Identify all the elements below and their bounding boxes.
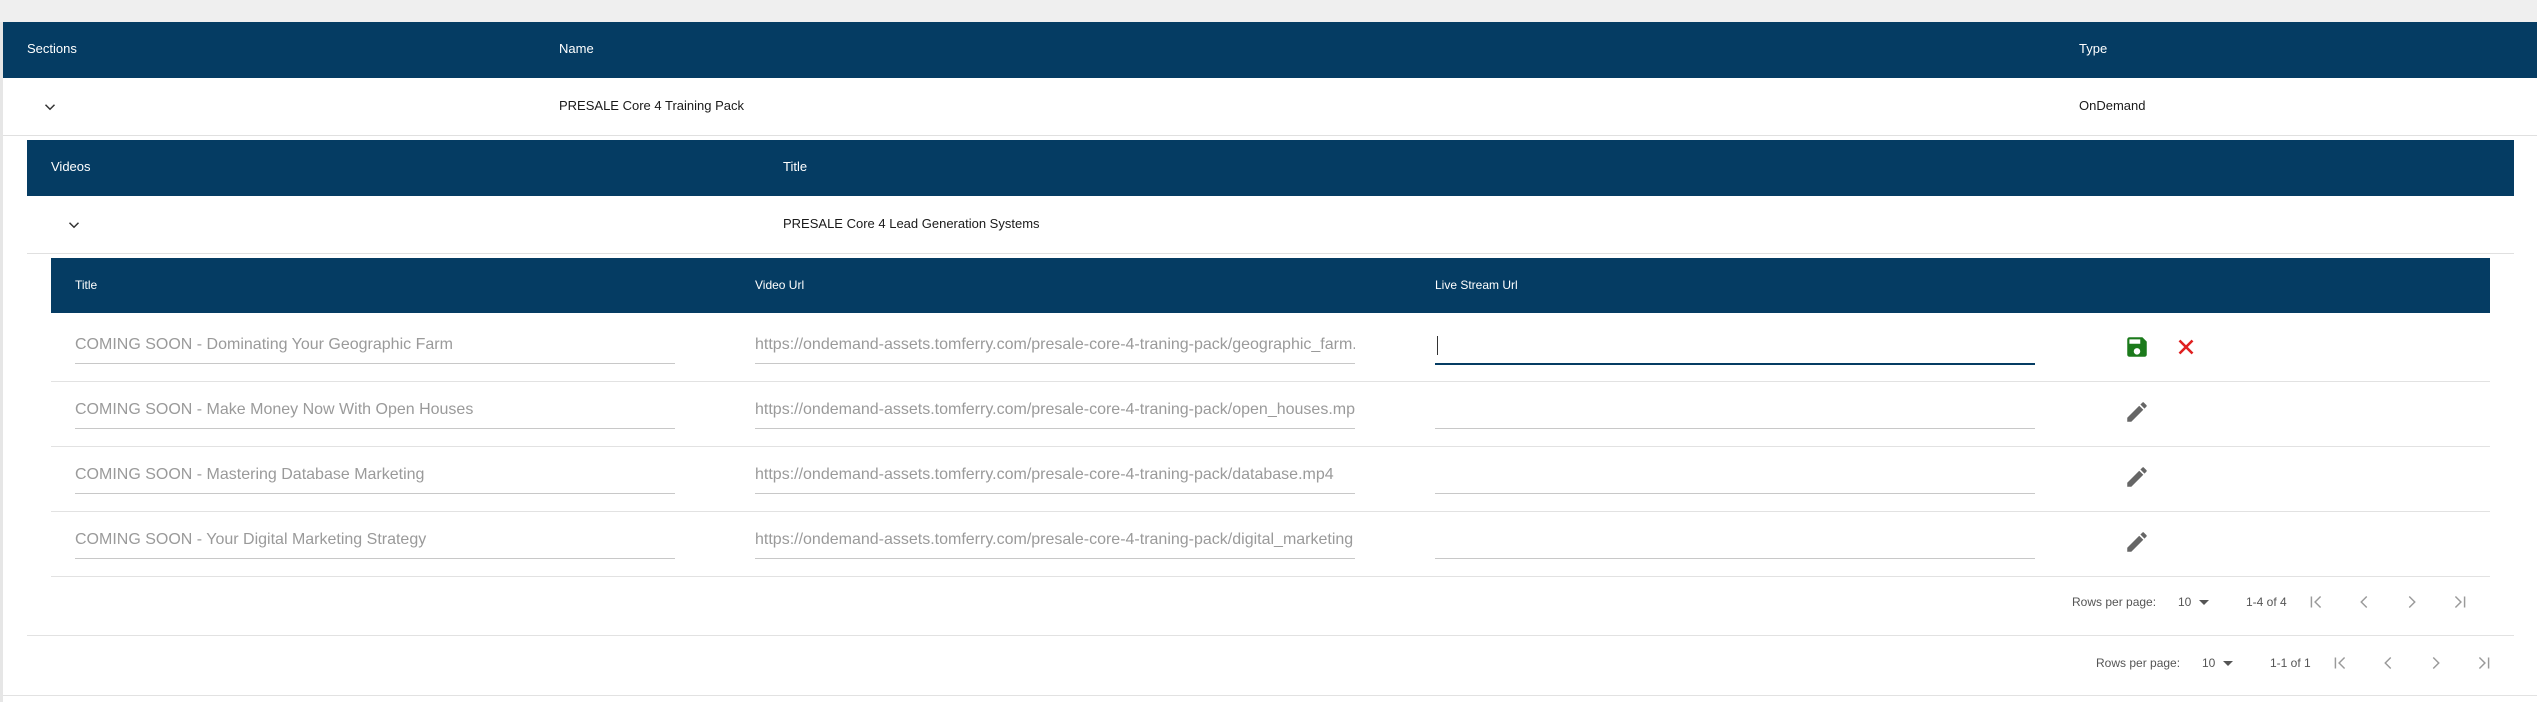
title-field[interactable]: COMING SOON - Dominating Your Geographic… [75,327,675,364]
live-stream-url-field[interactable] [1435,457,2035,494]
video-url-field[interactable]: https://ondemand-assets.tomferry.com/pre… [755,457,1355,494]
header-lesson-title: Title [75,278,98,292]
close-icon[interactable] [2173,334,2199,360]
lessons-pagination: Rows per page: 10 1-4 of 4 [2060,587,2490,617]
pencil-icon[interactable] [2124,529,2150,555]
chevron-left-icon[interactable] [2377,652,2399,674]
video-url-field[interactable]: https://ondemand-assets.tomferry.com/pre… [755,327,1355,364]
chevron-down-icon[interactable] [65,216,83,234]
header-type: Type [2079,41,2108,56]
page-range: 1-4 of 4 [2246,595,2287,609]
table-row: COMING SOON - Make Money Now With Open H… [51,382,2490,447]
sections-table-header: Sections Name Type [3,22,2537,78]
section-name: PRESALE Core 4 Training Pack [559,98,744,113]
table-row: COMING SOON - Dominating Your Geographic… [51,317,2490,382]
chevron-down-icon [2223,661,2234,667]
rows-per-page-select[interactable]: 10 [2202,656,2234,670]
video-url-field[interactable]: https://ondemand-assets.tomferry.com/pre… [755,392,1355,429]
live-stream-url-field[interactable] [1435,392,2035,429]
last-page-icon[interactable] [2449,591,2471,613]
chevron-down-icon [2199,600,2210,606]
title-field[interactable]: COMING SOON - Make Money Now With Open H… [75,392,675,429]
section-type: OnDemand [2079,98,2146,113]
first-page-icon[interactable] [2305,591,2327,613]
header-name: Name [559,41,594,56]
chevron-right-icon[interactable] [2425,652,2447,674]
header-sections: Sections [27,41,77,56]
title-field[interactable]: COMING SOON - Your Digital Marketing Str… [75,522,675,559]
video-title: PRESALE Core 4 Lead Generation Systems [783,216,1040,231]
chevron-right-icon[interactable] [2401,591,2423,613]
rows-per-page-label: Rows per page: [2096,656,2181,670]
header-live-stream-url: Live Stream Url [1435,278,1518,292]
title-field[interactable]: COMING SOON - Mastering Database Marketi… [75,457,675,494]
last-page-icon[interactable] [2473,652,2495,674]
text-caret [1437,336,1438,355]
rows-per-page-label: Rows per page: [2072,595,2157,609]
table-row: COMING SOON - Your Digital Marketing Str… [51,512,2490,577]
pencil-icon[interactable] [2124,464,2150,490]
rows-per-page-select[interactable]: 10 [2178,595,2210,609]
videos-table-header: Videos Title [27,140,2514,196]
live-stream-url-field[interactable] [1435,327,2035,365]
header-video-title: Title [783,159,808,174]
rows-per-page-value: 10 [2202,656,2216,670]
top-bar [0,0,2537,22]
chevron-down-icon[interactable] [41,98,59,116]
section-row[interactable]: PRESALE Core 4 Training Pack OnDemand [3,78,2537,136]
divider [3,695,2537,696]
save-icon[interactable] [2124,334,2150,360]
table-row: COMING SOON - Mastering Database Marketi… [51,447,2490,512]
first-page-icon[interactable] [2329,652,2351,674]
divider [27,635,2514,636]
live-stream-url-field[interactable] [1435,522,2035,559]
chevron-left-icon[interactable] [2353,591,2375,613]
pencil-icon[interactable] [2124,399,2150,425]
lessons-table-header: Title Video Url Live Stream Url [51,258,2490,313]
page-range: 1-1 of 1 [2270,656,2311,670]
video-url-field[interactable]: https://ondemand-assets.tomferry.com/pre… [755,522,1355,559]
rows-per-page-value: 10 [2178,595,2192,609]
video-row[interactable]: PRESALE Core 4 Lead Generation Systems [27,196,2514,254]
header-videos: Videos [51,159,91,174]
sections-pagination: Rows per page: 10 1-1 of 1 [2084,648,2514,678]
header-video-url: Video Url [755,278,805,292]
